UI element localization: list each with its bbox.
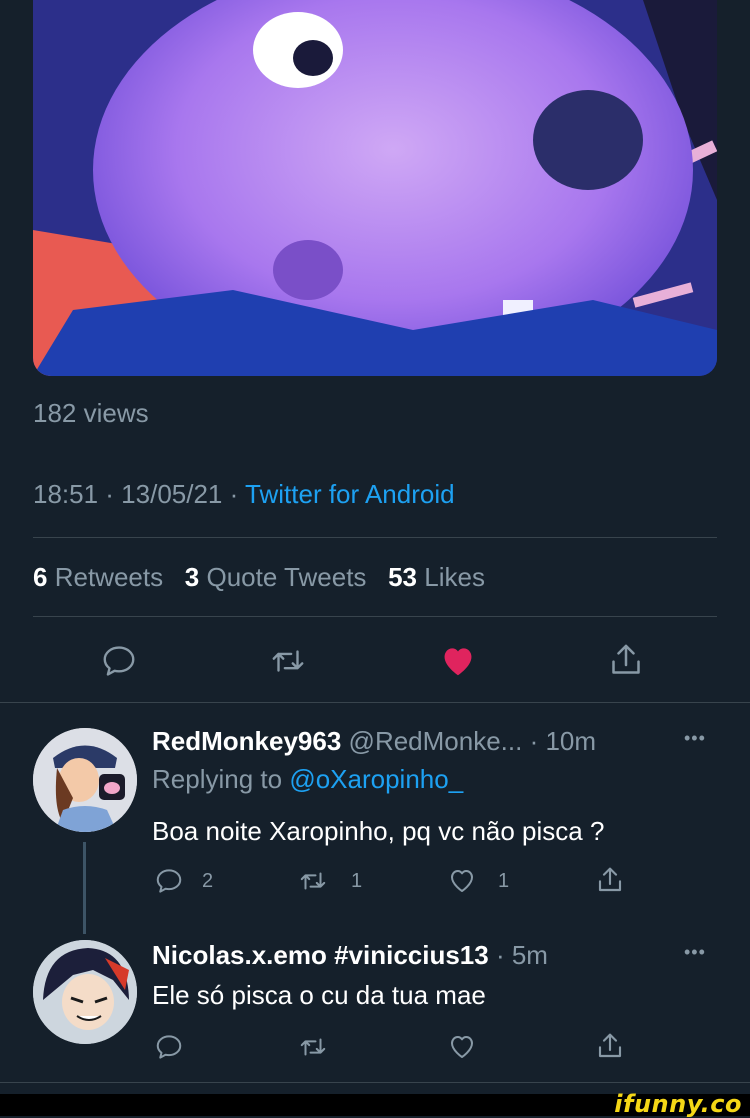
reply-count: 2 [202,869,214,892]
more-options-icon[interactable]: ••• [684,728,706,749]
retweet-icon [272,650,304,672]
reply-button[interactable] [154,1032,184,1067]
likes-count: 53 [388,562,418,592]
retweets-stat[interactable]: 6 Retweets [33,562,163,592]
video-frame-image [33,0,717,376]
retweets-count: 6 [33,562,48,592]
tweet-source-link[interactable]: Twitter for Android [245,479,455,509]
tweet-stats-row: 6 Retweets 3 Quote Tweets 53 Likes [33,562,485,593]
reply-time: · 5m [495,940,548,970]
thread-line [83,842,86,934]
like-count: 1 [498,869,510,892]
avatar-image [33,728,137,832]
like-button[interactable]: 1 [446,866,509,896]
share-button[interactable] [594,864,626,901]
replying-to-label: Replying to [152,764,283,794]
reply-icon [156,1035,182,1059]
reply-button[interactable]: 2 [154,866,213,896]
retweet-button[interactable]: 1 [297,866,362,896]
retweet-button[interactable] [268,642,308,680]
heart-icon [451,870,473,892]
avatar[interactable] [33,940,137,1044]
retweet-icon [300,1038,326,1056]
views-count: 182 views [33,398,149,428]
display-name[interactable]: RedMonkey963 [152,726,341,756]
avatar[interactable] [33,728,137,832]
quote-tweets-count: 3 [184,562,200,592]
avatar-image [33,940,137,1044]
retweet-icon [300,872,326,890]
retweet-count: 1 [351,869,363,892]
share-icon [612,644,640,674]
share-icon [598,867,622,892]
more-options-icon[interactable]: ••• [684,942,706,963]
reply-time: · 10m [529,726,597,756]
user-handle: @RedMonke... [348,726,523,756]
reply-header: Nicolas.x.emo #viniccius13 · 5m [152,940,548,971]
tweet-timestamp: 18:51 · 13/05/21 · [33,479,239,509]
divider [33,537,717,538]
likes-label: Likes [424,562,485,592]
divider [33,616,717,617]
reply-icon [156,869,182,893]
ifunny-watermark: ifunny.co [614,1090,742,1118]
share-button[interactable] [606,640,646,680]
heart-filled-icon [444,648,472,676]
retweets-label: Retweets [54,562,164,592]
quote-tweets-label: Quote Tweets [206,562,367,592]
share-icon [598,1033,622,1058]
heart-icon [451,1036,473,1058]
reply-text: Boa noite Xaropinho, pq vc não pisca ? [152,816,605,846]
divider [0,702,750,703]
display-name[interactable]: Nicolas.x.emo #viniccius13 [152,940,489,970]
likes-stat[interactable]: 53 Likes [388,562,485,592]
quote-tweets-stat[interactable]: 3 Quote Tweets [185,562,367,592]
tweet-timestamp-row: 18:51 · 13/05/21 · Twitter for Android [33,479,455,510]
reply-header: RedMonkey963 @RedMonke... · 10m [152,726,596,757]
reply-button[interactable] [100,642,138,680]
reply-icon [103,646,135,676]
like-button[interactable] [438,642,478,680]
tweet-media-video[interactable] [33,0,717,376]
replying-to-row: Replying to @oXaropinho_ [152,764,463,795]
reply-text: Ele só pisca o cu da tua mae [152,980,486,1010]
share-button[interactable] [594,1030,626,1067]
like-button[interactable] [446,1032,478,1067]
retweet-button[interactable] [297,1032,329,1067]
replying-to-handle[interactable]: @oXaropinho_ [289,764,463,794]
divider [0,1082,750,1083]
